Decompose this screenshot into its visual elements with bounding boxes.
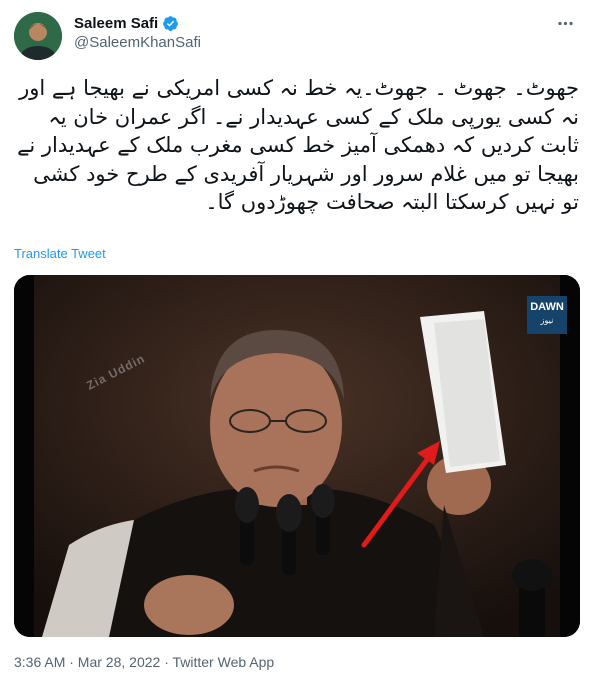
- dawn-news-logo: DAWN نیوز: [527, 296, 567, 334]
- avatar[interactable]: [14, 12, 62, 60]
- logo-text: DAWN: [530, 301, 564, 313]
- author-handle[interactable]: @SaleemKhanSafi: [74, 34, 201, 51]
- more-horizontal-icon[interactable]: [550, 14, 580, 38]
- tweet-media-video[interactable]: DAWN نیوز Zia Uddin: [14, 275, 580, 637]
- logo-subtext: نیوز: [540, 316, 554, 325]
- tweet-text: جھوٹ۔ جھوٹ ۔ جھوٹ۔یہ خط نہ کسی امریکی نے…: [17, 76, 579, 214]
- author-name[interactable]: Saleem Safi: [74, 15, 158, 32]
- translate-tweet-link[interactable]: Translate Tweet: [14, 246, 106, 261]
- tweet-timestamp[interactable]: 3:36 AM · Mar 28, 2022 · Twitter Web App: [14, 654, 274, 670]
- author-block: Saleem Safi @SaleemKhanSafi: [74, 15, 201, 51]
- tweet-header: Saleem Safi @SaleemKhanSafi: [14, 12, 580, 60]
- media-frame: [14, 275, 580, 637]
- verified-badge-icon: [162, 15, 179, 32]
